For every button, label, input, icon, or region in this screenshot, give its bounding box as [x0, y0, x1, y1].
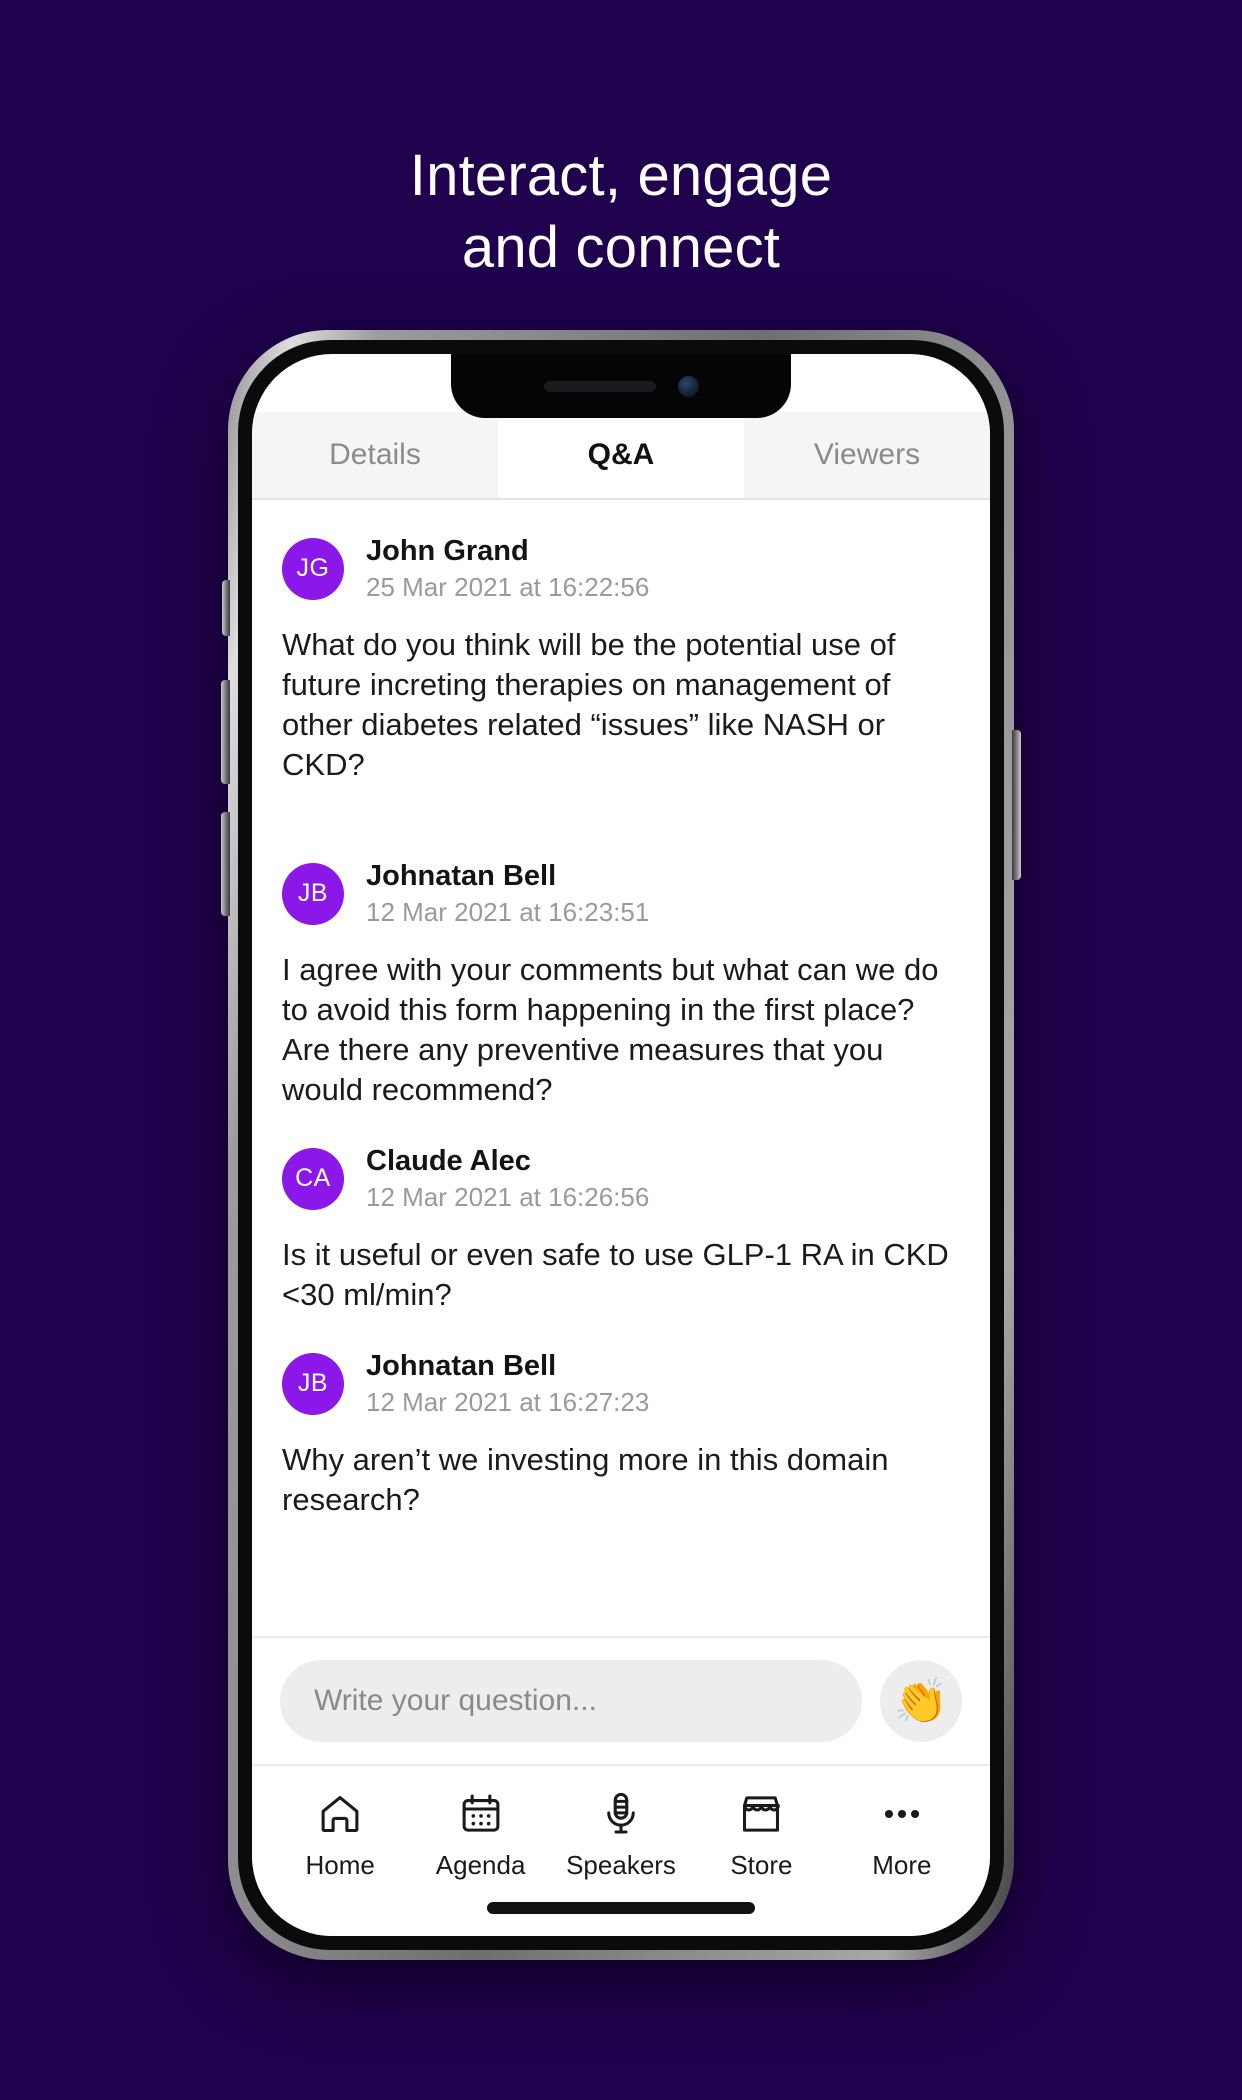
- nav-label-more: More: [872, 1850, 932, 1880]
- phone-bezel: Details Q&A Viewers JG John Grand 25 Mar…: [238, 340, 1004, 1950]
- home-icon: [316, 1790, 364, 1838]
- phone-notch: [451, 354, 791, 418]
- ellipsis-icon: [878, 1790, 926, 1838]
- qa-author: Johnatan Bell: [366, 1350, 557, 1382]
- qa-author: John Grand: [366, 535, 529, 567]
- power-button[interactable]: [1012, 730, 1021, 880]
- nav-label-speakers: Speakers: [566, 1850, 676, 1880]
- nav-item-speakers[interactable]: Speakers: [551, 1790, 691, 1880]
- home-indicator[interactable]: [487, 1902, 755, 1914]
- tab-details[interactable]: Details: [252, 412, 498, 498]
- qa-list[interactable]: JG John Grand 25 Mar 2021 at 16:22:56 Wh…: [252, 500, 990, 1636]
- nav-label-store: Store: [730, 1850, 793, 1880]
- nav-label-home: Home: [305, 1850, 375, 1880]
- earpiece-speaker-icon: [543, 380, 656, 392]
- qa-item[interactable]: JB Johnatan Bell 12 Mar 2021 at 16:23:51…: [282, 785, 960, 1110]
- qa-author: Claude Alec: [366, 1145, 531, 1177]
- question-composer: 👏: [252, 1636, 990, 1764]
- page-title-line-2: and connect: [461, 215, 781, 280]
- qa-timestamp: 12 Mar 2021 at 16:27:23: [366, 1387, 650, 1417]
- tab-details-label: Details: [329, 438, 421, 471]
- tab-qa-label: Q&A: [587, 438, 655, 471]
- qa-item-meta: Claude Alec 12 Mar 2021 at 16:26:56: [366, 1144, 649, 1213]
- clapping-hands-icon: 👏: [893, 1677, 949, 1726]
- qa-question-text: Why aren’t we investing more in this dom…: [282, 1442, 889, 1517]
- qa-author: Johnatan Bell: [366, 860, 557, 892]
- avatar: JB: [282, 1352, 344, 1415]
- page-title-line-1: Interact, engage: [409, 143, 833, 208]
- qa-question-text: Is it useful or even safe to use GLP-1 R…: [282, 1237, 949, 1312]
- nav-item-store[interactable]: Store: [691, 1790, 831, 1880]
- qa-question-text: What do you think will be the potential …: [282, 627, 896, 782]
- qa-item-meta: Johnatan Bell 12 Mar 2021 at 16:23:51: [366, 859, 649, 928]
- question-input[interactable]: [280, 1660, 862, 1742]
- qa-timestamp: 12 Mar 2021 at 16:26:56: [366, 1182, 650, 1212]
- mute-switch[interactable]: [222, 580, 230, 636]
- qa-timestamp: 25 Mar 2021 at 16:22:56: [366, 572, 650, 602]
- nav-item-more[interactable]: More: [832, 1790, 972, 1880]
- qa-item-meta: John Grand 25 Mar 2021 at 16:22:56: [366, 534, 649, 603]
- storefront-icon: [737, 1790, 785, 1838]
- avatar: JB: [282, 862, 344, 925]
- qa-timestamp: 12 Mar 2021 at 16:23:51: [366, 897, 650, 927]
- qa-item[interactable]: CA Claude Alec 12 Mar 2021 at 16:26:56 I…: [282, 1110, 960, 1315]
- phone-screen: Details Q&A Viewers JG John Grand 25 Mar…: [252, 354, 990, 1936]
- tab-bar: Details Q&A Viewers: [252, 412, 990, 500]
- qa-item-meta: Johnatan Bell 12 Mar 2021 at 16:27:23: [366, 1349, 649, 1418]
- qa-item[interactable]: JG John Grand 25 Mar 2021 at 16:22:56 Wh…: [282, 500, 960, 785]
- volume-up-button[interactable]: [221, 680, 230, 784]
- qa-item-header: JB Johnatan Bell 12 Mar 2021 at 16:23:51: [282, 859, 960, 928]
- avatar: CA: [282, 1147, 344, 1210]
- front-camera-icon: [677, 375, 699, 397]
- clap-reaction-button[interactable]: 👏: [880, 1660, 962, 1742]
- qa-item-header: CA Claude Alec 12 Mar 2021 at 16:26:56: [282, 1144, 960, 1213]
- microphone-icon: [597, 1790, 645, 1838]
- tab-qa[interactable]: Q&A: [498, 412, 744, 498]
- qa-item[interactable]: JB Johnatan Bell 12 Mar 2021 at 16:27:23…: [282, 1315, 960, 1520]
- bottom-navigation-bar: Home Agenda Speakers Store More: [252, 1764, 990, 1886]
- tab-viewers-label: Viewers: [813, 438, 921, 471]
- qa-item-header: JG John Grand 25 Mar 2021 at 16:22:56: [282, 534, 960, 603]
- qa-item-header: JB Johnatan Bell 12 Mar 2021 at 16:27:23: [282, 1349, 960, 1418]
- home-indicator-area: [252, 1886, 990, 1936]
- page-title: Interact, engage and connect: [0, 140, 1242, 284]
- tab-viewers[interactable]: Viewers: [744, 412, 990, 498]
- avatar: JG: [282, 537, 344, 600]
- phone-mockup: Details Q&A Viewers JG John Grand 25 Mar…: [221, 330, 1021, 1960]
- nav-item-agenda[interactable]: Agenda: [410, 1790, 550, 1880]
- nav-item-home[interactable]: Home: [270, 1790, 410, 1880]
- nav-label-agenda: Agenda: [435, 1850, 526, 1880]
- calendar-icon: [457, 1790, 505, 1838]
- qa-question-text: I agree with your comments but what can …: [282, 952, 939, 1107]
- volume-down-button[interactable]: [221, 812, 230, 916]
